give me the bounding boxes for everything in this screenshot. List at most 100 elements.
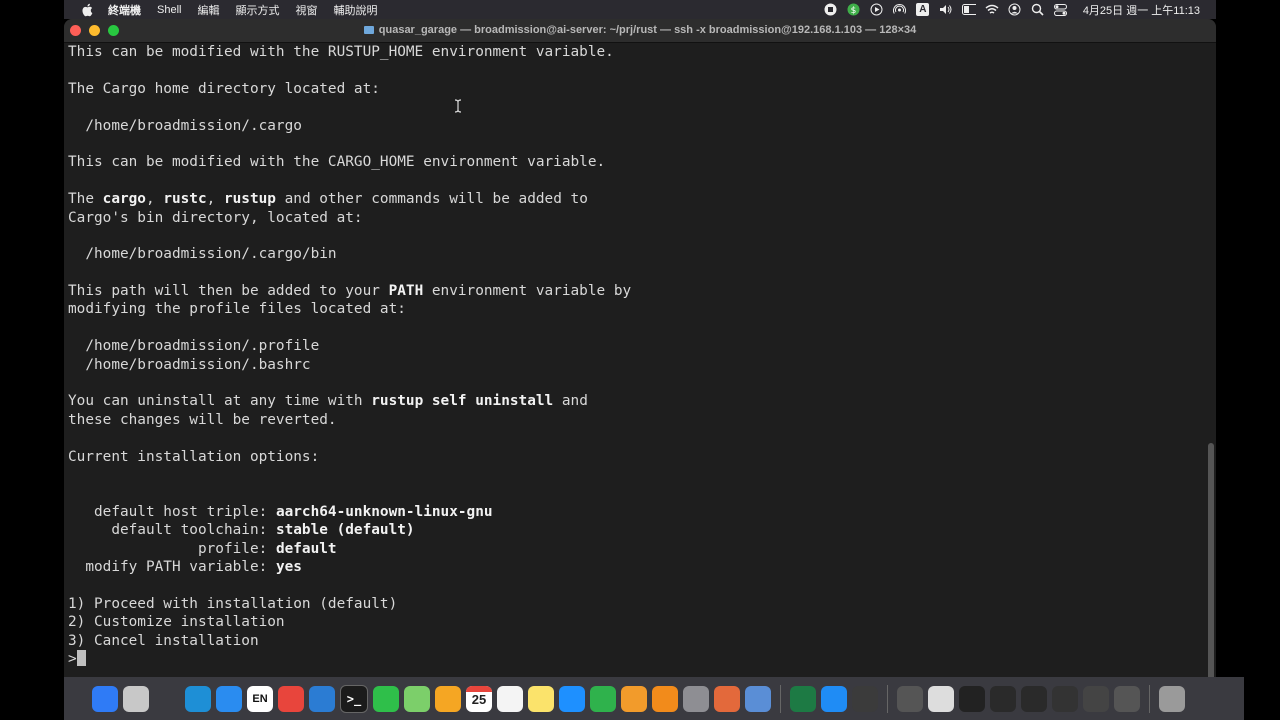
terminal-cursor [76,649,86,666]
wifi-icon[interactable] [985,3,999,17]
text-cursor-ibeam-icon [454,99,462,113]
input-source-icon[interactable]: A [916,3,930,17]
window-thumbnail-6-icon[interactable] [1052,685,1078,712]
scrollbar-thumb[interactable] [1208,443,1214,677]
window-titlebar[interactable]: quasar_garage — broadmission@ai-server: … [64,19,1216,43]
menu-app-name[interactable]: 終端機 [108,2,141,18]
user-icon[interactable] [1008,3,1022,17]
trash-icon[interactable] [1159,685,1185,712]
facetime-icon[interactable] [373,685,399,712]
photos-icon[interactable] [435,685,461,712]
maps-icon[interactable] [404,685,430,712]
terminal-window: quasar_garage — broadmission@ai-server: … [64,19,1216,677]
terminal-scrollbar[interactable] [1206,43,1214,677]
apple-menu-icon[interactable] [80,3,94,17]
terminal-text: default host triple: [68,503,276,520]
terminal-line: 1) Proceed with installation (default) [68,595,1200,613]
edge-icon[interactable] [185,685,211,712]
pages-icon[interactable] [621,685,647,712]
dock: EN >_ 25 [64,677,1244,720]
dollar-icon[interactable]: $ [847,3,861,17]
menu-bar-clock[interactable]: 4月25日 週一 上午11:13 [1083,2,1200,18]
terminal-text: 3) Cancel installation [68,632,259,649]
terminal-line: default toolchain: stable (default) [68,521,1200,539]
terminal-text: /home/broadmission/.cargo/bin [68,246,337,263]
terminal-text: Current installation options: [68,448,320,465]
excel-icon[interactable] [790,685,816,712]
notes-icon[interactable] [528,685,554,712]
close-window-button[interactable] [70,25,81,36]
window-thumbnail-8-icon[interactable] [1114,685,1140,712]
window-thumbnail-7-icon[interactable] [1083,685,1109,712]
numbers-icon[interactable] [590,685,616,712]
record-stop-icon[interactable] [824,3,838,17]
matlab-icon[interactable] [714,685,740,712]
language-icon[interactable]: EN [247,685,273,712]
system-preferences-icon[interactable] [683,685,709,712]
app-store-icon[interactable] [821,685,847,712]
zoom-window-button[interactable] [108,25,119,36]
terminal-text: This can be modified with the CARGO_HOME… [68,154,606,171]
airdrop-icon[interactable] [893,3,907,17]
window-thumbnail-3-icon[interactable] [959,685,985,712]
window-thumbnail-5-icon[interactable] [1021,685,1047,712]
terminal-text: and [553,393,588,410]
quicktime-icon[interactable] [852,685,878,712]
menu-edit[interactable]: 編輯 [197,2,219,18]
terminal-text: modifying the profile files located at: [68,301,406,318]
terminal-bold-text: PATH [388,283,424,300]
terminal-line: default host triple: aarch64-unknown-lin… [68,503,1200,521]
terminal-icon[interactable]: >_ [340,684,368,713]
terminal-bold-text: yes [275,558,302,575]
svg-text:$: $ [851,6,857,16]
finder-icon[interactable] [92,685,118,712]
checkmark-app-icon[interactable] [154,685,180,712]
terminal-text: 1) Proceed with installation (default) [68,595,398,612]
menu-window[interactable]: 視窗 [295,2,317,18]
volume-icon[interactable] [939,3,953,17]
terminal-line: You can uninstall at any time with rustu… [68,392,1200,410]
menu-help[interactable]: 輔助說明 [333,2,377,18]
terminal-bold-text: rustup [223,191,276,208]
terminal-text: environment variable by [423,283,632,300]
chrome-icon[interactable] [278,685,304,712]
preview-icon[interactable] [745,685,771,712]
spotlight-search-icon[interactable] [1031,3,1045,17]
battery-icon[interactable] [961,3,976,17]
safari-icon[interactable] [216,685,242,712]
vlc-icon[interactable] [652,685,678,712]
terminal-line: Current installation options: [68,448,1200,466]
terminal-text: The Cargo home directory located at: [68,80,380,97]
menu-shell[interactable]: Shell [157,4,181,16]
vscode-icon[interactable] [309,685,335,712]
minimize-window-button[interactable] [89,25,100,36]
calendar-day: 25 [471,691,487,707]
folder-icon [363,26,374,34]
window-thumbnail-4-icon[interactable] [990,685,1016,712]
terminal-text: these changes will be reverted. [68,411,337,428]
window-controls [70,25,119,36]
launchpad-icon[interactable] [123,685,149,712]
terminal-output[interactable]: This can be modified with the RUSTUP_HOM… [68,43,1200,677]
terminal-text: /home/broadmission/.bashrc [68,356,311,373]
terminal-bold-text: default [275,540,337,557]
window-thumbnail-2-icon[interactable] [928,685,954,712]
terminal-bold-text: rustup self uninstall [371,393,554,410]
reminders-icon[interactable] [497,685,523,712]
terminal-line: Cargo's bin directory, located at: [68,209,1200,227]
menu-view[interactable]: 顯示方式 [235,2,279,18]
calendar-icon[interactable]: 25 [466,685,492,712]
terminal-line: The cargo, rustc, rustup and other comma… [68,190,1200,208]
terminal-line: This can be modified with the RUSTUP_HOM… [68,43,1200,61]
window-thumbnail-1-icon[interactable] [897,685,923,712]
terminal-bold-text: aarch64-unknown-linux-gnu [275,503,493,520]
control-center-icon[interactable] [1054,3,1068,17]
terminal-text: You can uninstall at any time with [68,393,372,410]
keynote-icon[interactable] [559,685,585,712]
play-icon[interactable] [870,3,884,17]
